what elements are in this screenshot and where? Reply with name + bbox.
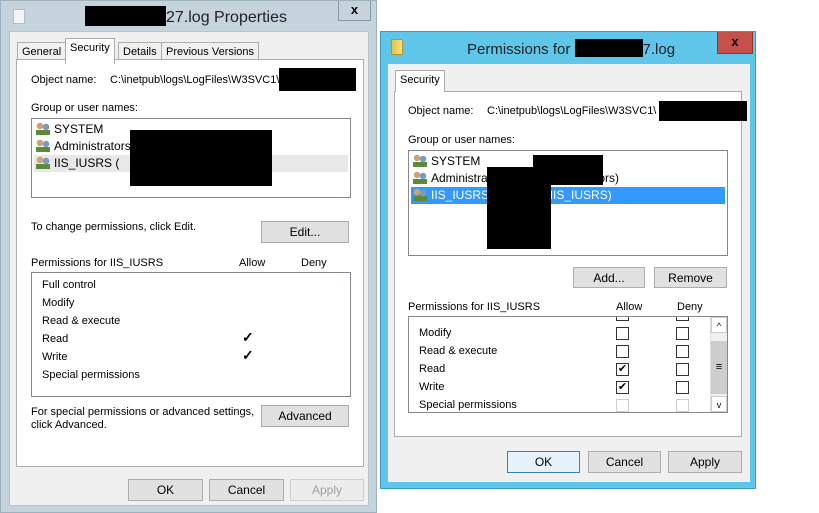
apply-button[interactable]: Apply [668,451,742,473]
add-button[interactable]: Add... [573,267,645,288]
permission-read: Read [42,333,69,345]
scroll-thumb[interactable]: ≡ [711,341,727,394]
window-title: Permissions for 7.log [467,39,676,58]
scroll-up-button[interactable]: ^ [711,317,727,333]
allow-check-icon: ✓ [242,329,254,345]
user-system[interactable]: SYSTEM [36,121,103,138]
checkbox-partial[interactable] [616,317,629,321]
deny-checkbox[interactable] [676,345,689,358]
allow-checkbox[interactable]: ✔ [616,363,629,376]
deny-checkbox[interactable] [676,363,689,376]
users-icon [36,139,50,152]
tab-security[interactable]: Security [65,38,115,64]
permissions-header: Permissions for IIS_IUSRS [31,257,164,269]
object-name-label: Object name: [408,105,474,117]
scroll-down-button[interactable]: v [711,396,727,412]
users-icon [36,156,50,169]
allow-checkbox[interactable]: ✔ [616,381,629,394]
properties-window: 27.log Properties x General Security Det… [0,0,377,513]
allow-check-icon: ✓ [242,347,254,363]
file-icon [13,9,25,24]
tab-security[interactable]: Security [395,70,445,92]
advanced-text: For special permissions or advanced sett… [31,406,255,431]
permission-read: Read [419,363,446,375]
user-list[interactable]: SYSTEM SYSTEMAdministrators (strators) I… [408,150,728,256]
window-title: 27.log Properties [85,6,287,27]
user-system[interactable]: SYSTEM [413,153,480,170]
users-icon [413,188,427,201]
tab-panel: Object name: C:\inetpub\logs\LogFiles\W3… [16,59,364,467]
permission-modify: Modify [419,327,452,339]
allow-checkbox[interactable] [616,399,629,412]
ok-button[interactable]: OK [128,479,203,501]
deny-header: Deny [301,257,327,269]
allow-checkbox[interactable] [616,327,629,340]
users-icon [413,171,427,184]
cancel-button[interactable]: Cancel [588,451,661,473]
permissions-list: Full control Modify Read & execute Read ✓ Wri… [31,272,351,397]
change-permissions-text: To change permissions, click Edit. [31,221,197,233]
permission-read-execute: Read & execute [419,345,498,357]
permission-write: Write [42,351,68,363]
group-label: Group or user names: [408,134,515,146]
permission-write: Write [419,381,445,393]
deny-checkbox[interactable] [676,399,689,412]
ok-button[interactable]: OK [507,451,580,473]
checkbox-partial[interactable] [676,317,689,321]
close-button[interactable]: x [338,1,371,21]
permission-special-permissions: Special permissions [42,369,140,381]
object-name-value: C:\inetpub\logs\LogFiles\W3SVC1\ [110,74,280,86]
permissions-header: Permissions for IIS_IUSRS [408,301,541,313]
deny-checkbox[interactable] [676,327,689,340]
deny-header: Deny [677,301,703,313]
cancel-button[interactable]: Cancel [209,479,284,501]
permissions-list: ^ ≡ v Modify Read & execute Read ✔ Write ✔ Spe… [408,316,728,413]
allow-checkbox[interactable] [616,345,629,358]
permission-special-permissions: Special permissions [419,399,517,411]
dialog-body: Security Object name: C:\inetpub\logs\Lo… [388,64,750,482]
folder-icon [391,39,403,55]
object-name-label: Object name: [31,74,97,86]
edit-button[interactable]: Edit... [261,221,349,243]
user-iis-iusrs[interactable]: IIS_IUSRS (\IIS_IUSRS) [411,187,725,204]
users-icon [413,154,427,167]
title-text: 27.log Properties [166,9,287,26]
permission-read-execute: Read & execute [42,315,121,327]
permission-modify: Modify [42,297,75,309]
users-icon [36,122,50,135]
allow-header: Allow [239,257,266,269]
user-list[interactable]: SYSTEM Administrators (s) IIS_IUSRS ( [31,118,351,198]
remove-button[interactable]: Remove [654,267,727,288]
scrollbar[interactable]: ^ ≡ v [710,317,727,412]
group-label: Group or user names: [31,102,138,114]
deny-checkbox[interactable] [676,381,689,394]
dialog-body: General Security Details Previous Versio… [9,31,369,506]
tab-panel: Object name: C:\inetpub\logs\LogFiles\W3… [394,91,747,437]
permission-full-control: Full control [42,279,96,291]
close-button[interactable]: x [717,32,753,54]
object-name-value: C:\inetpub\logs\LogFiles\W3SVC1\ [487,105,657,117]
allow-header: Allow [616,301,643,313]
advanced-button[interactable]: Advanced [261,405,349,427]
permissions-window: Permissions for 7.log x Security Object … [380,31,756,489]
apply-button[interactable]: Apply [290,479,364,501]
